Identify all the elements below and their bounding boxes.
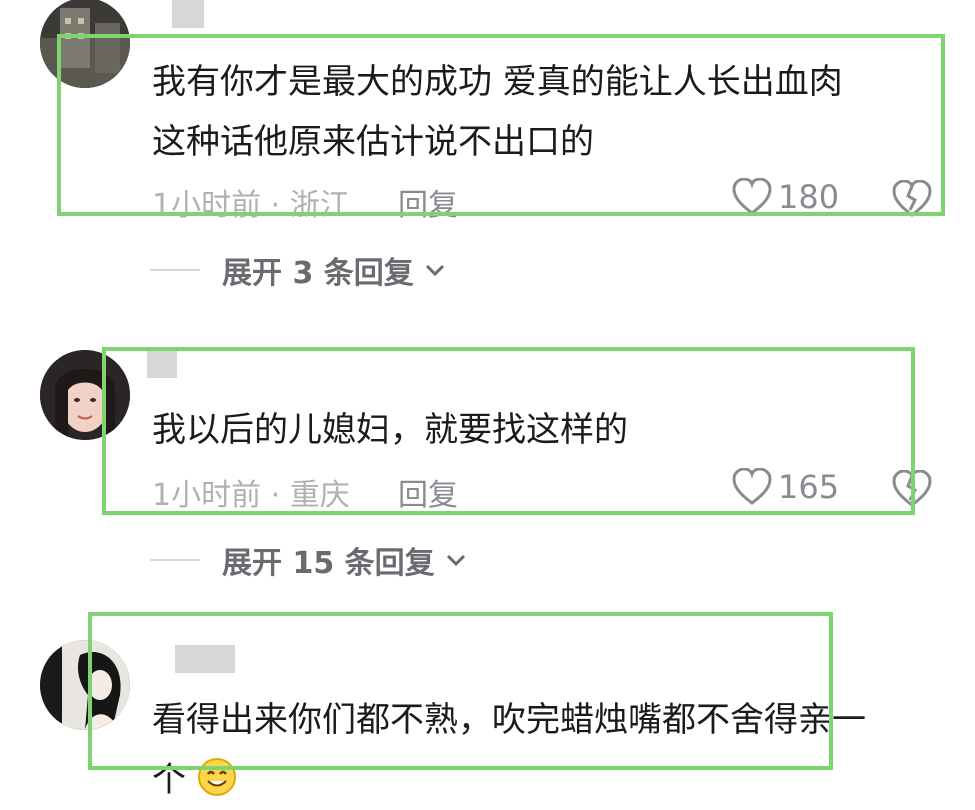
broken-heart-icon xyxy=(892,469,932,507)
dislike-button[interactable] xyxy=(892,469,932,512)
like-count: 165 xyxy=(778,468,840,506)
avatar[interactable] xyxy=(40,350,130,440)
comment-text-line-1: 我有你才是最大的成功 爱真的能让人长出血肉 xyxy=(152,62,843,102)
expand-replies-button[interactable]: 展开 3 条回复 xyxy=(150,248,446,292)
avatar-anime-image xyxy=(40,640,130,730)
avatar[interactable] xyxy=(40,0,130,88)
comment-text-line-1: 我以后的儿媳妇，就要找这样的 xyxy=(152,410,628,450)
like-count: 180 xyxy=(778,178,840,216)
expand-replies-button[interactable]: 展开 15 条回复 xyxy=(150,538,467,582)
username-blurred[interactable] xyxy=(147,350,177,378)
comment-meta: 1小时前 · 浙江 xyxy=(152,188,350,223)
comment-text-line-2: 个 xyxy=(152,750,237,810)
divider-dash xyxy=(150,559,200,561)
comment-text-line-1: 看得出来你们都不熟，吹完蜡烛嘴都不舍得亲一 xyxy=(152,700,866,740)
reply-button[interactable]: 回复 xyxy=(398,180,458,224)
chevron-down-icon xyxy=(425,264,444,277)
smile-emoji-icon xyxy=(197,758,236,796)
dislike-button[interactable] xyxy=(892,179,932,222)
expand-replies-label: 展开 3 条回复 xyxy=(222,256,414,291)
username-blurred[interactable] xyxy=(172,0,204,28)
chevron-down-icon xyxy=(446,554,465,567)
avatar-portrait-image xyxy=(40,350,130,440)
comment-text-line-2-text: 个 xyxy=(152,760,186,800)
avatar-building-image xyxy=(40,0,130,88)
heart-outline-icon xyxy=(732,178,772,215)
avatar[interactable] xyxy=(40,640,130,730)
reply-button[interactable]: 回复 xyxy=(398,470,458,514)
comment-meta: 1小时前 · 重庆 xyxy=(152,478,350,513)
like-button[interactable]: 165 xyxy=(732,468,839,506)
like-button[interactable]: 180 xyxy=(732,178,839,216)
broken-heart-icon xyxy=(892,179,932,217)
divider-dash xyxy=(150,269,200,271)
heart-outline-icon xyxy=(732,468,772,505)
expand-replies-label: 展开 15 条回复 xyxy=(222,546,435,581)
username-blurred[interactable] xyxy=(175,645,235,673)
comment-text-line-2: 这种话他原来估计说不出口的 xyxy=(152,122,594,162)
